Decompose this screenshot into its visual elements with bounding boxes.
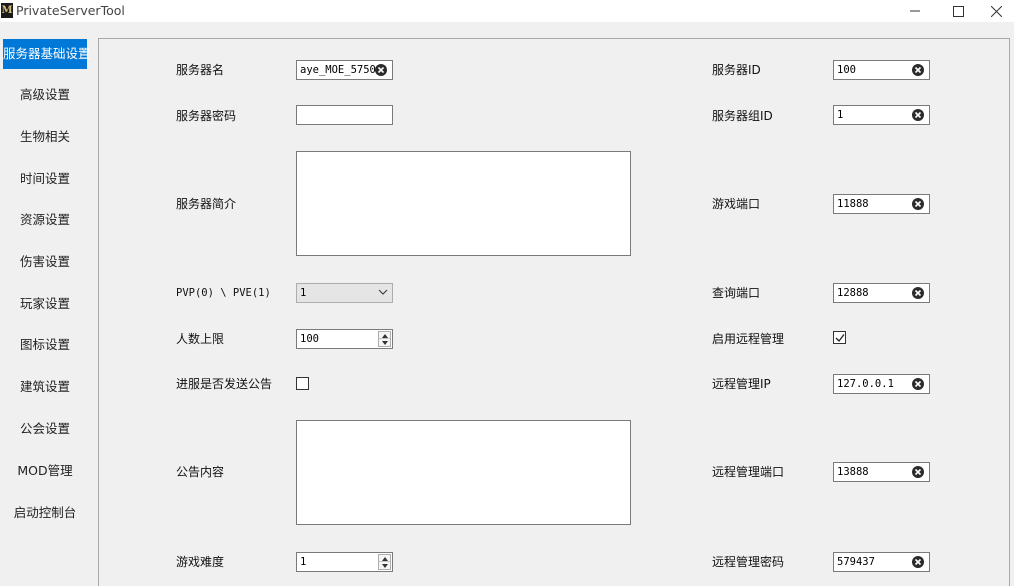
sidebar-item-guild-settings[interactable]: 公会设置 bbox=[3, 414, 87, 444]
remote-port-input[interactable]: 13888 bbox=[833, 462, 930, 482]
clear-icon[interactable] bbox=[912, 466, 924, 478]
chevron-down-icon bbox=[378, 289, 388, 295]
minimize-icon bbox=[910, 10, 920, 12]
difficulty-value: 1 bbox=[300, 556, 307, 568]
game-port-label: 游戏端口 bbox=[712, 197, 761, 211]
arrow-up-icon bbox=[382, 334, 388, 338]
pvp-pve-select[interactable]: 1 bbox=[296, 283, 393, 303]
minimize-button[interactable] bbox=[892, 0, 938, 22]
clear-icon[interactable] bbox=[912, 378, 924, 390]
arrow-down-icon bbox=[382, 564, 388, 568]
sidebar-item-resource-settings[interactable]: 资源设置 bbox=[3, 205, 87, 235]
remote-password-input[interactable]: 579437 bbox=[833, 552, 930, 572]
sidebar-item-icon-settings[interactable]: 图标设置 bbox=[3, 330, 87, 360]
app-logo-icon: M bbox=[1, 3, 13, 18]
clear-icon[interactable] bbox=[912, 64, 924, 76]
sidebar-item-damage-settings[interactable]: 伤害设置 bbox=[3, 247, 87, 277]
server-id-input[interactable]: 100 bbox=[833, 60, 930, 80]
server-password-label: 服务器密码 bbox=[176, 109, 237, 123]
remote-port-value: 13888 bbox=[837, 466, 869, 478]
maximize-button[interactable] bbox=[935, 0, 981, 22]
server-id-value: 100 bbox=[837, 64, 856, 76]
join-announce-label: 进服是否发送公告 bbox=[176, 377, 273, 391]
clear-icon[interactable] bbox=[375, 64, 387, 76]
clear-icon[interactable] bbox=[912, 287, 924, 299]
query-port-label: 查询端口 bbox=[712, 286, 761, 300]
sidebar-item-building-settings[interactable]: 建筑设置 bbox=[3, 372, 87, 402]
close-button[interactable] bbox=[978, 0, 1014, 22]
remote-enabled-checkbox[interactable] bbox=[833, 331, 846, 344]
join-announce-checkbox[interactable] bbox=[296, 377, 309, 390]
remote-port-label: 远程管理端口 bbox=[712, 465, 785, 479]
title-bar: M PrivateServerTool bbox=[0, 0, 1014, 22]
window-title: PrivateServerTool bbox=[16, 3, 125, 18]
sidebar-item-player-settings[interactable]: 玩家设置 bbox=[3, 289, 87, 319]
arrow-up-icon bbox=[382, 557, 388, 561]
increment-button[interactable] bbox=[379, 332, 390, 339]
remote-ip-label: 远程管理IP bbox=[712, 377, 771, 391]
sidebar-item-mod-management[interactable]: MOD管理 bbox=[3, 456, 87, 486]
close-icon bbox=[990, 5, 1002, 17]
remote-password-label: 远程管理密码 bbox=[712, 555, 785, 569]
sidebar-item-launch-console[interactable]: 启动控制台 bbox=[3, 498, 87, 528]
arrow-down-icon bbox=[382, 341, 388, 345]
announcement-textarea[interactable] bbox=[296, 420, 631, 525]
pvp-pve-value: 1 bbox=[300, 287, 307, 299]
sidebar-item-creatures[interactable]: 生物相关 bbox=[3, 122, 87, 152]
server-id-label: 服务器ID bbox=[712, 63, 761, 77]
remote-ip-value: 127.0.0.1 bbox=[837, 378, 894, 390]
game-port-input[interactable]: 11888 bbox=[833, 194, 930, 214]
server-description-label: 服务器简介 bbox=[176, 197, 237, 211]
server-name-label: 服务器名 bbox=[176, 63, 225, 77]
decrement-button[interactable] bbox=[379, 339, 390, 346]
announcement-label: 公告内容 bbox=[176, 465, 225, 479]
max-players-value: 100 bbox=[300, 333, 319, 345]
query-port-value: 12888 bbox=[837, 287, 869, 299]
query-port-input[interactable]: 12888 bbox=[833, 283, 930, 303]
server-name-input[interactable]: aye_MOE_5750 bbox=[296, 60, 393, 80]
server-description-textarea[interactable] bbox=[296, 151, 631, 256]
server-name-value: aye_MOE_5750 bbox=[300, 64, 376, 76]
remote-enabled-label: 启用远程管理 bbox=[712, 332, 785, 346]
game-port-value: 11888 bbox=[837, 198, 869, 210]
difficulty-stepper[interactable]: 1 bbox=[296, 552, 393, 572]
server-group-id-value: 1 bbox=[837, 109, 844, 121]
sidebar-item-time-settings[interactable]: 时间设置 bbox=[3, 164, 87, 194]
checkmark-icon bbox=[835, 334, 845, 342]
clear-icon[interactable] bbox=[912, 198, 924, 210]
max-players-label: 人数上限 bbox=[176, 332, 225, 346]
sidebar-item-advanced-settings[interactable]: 高级设置 bbox=[3, 80, 87, 110]
sidebar-item-basic-settings[interactable]: 服务器基础设置 bbox=[3, 39, 91, 69]
clear-icon[interactable] bbox=[912, 556, 924, 568]
server-group-id-input[interactable]: 1 bbox=[833, 105, 930, 125]
pvp-pve-label: PVP(0) \ PVE(1) bbox=[176, 287, 271, 299]
decrement-button[interactable] bbox=[379, 562, 390, 569]
server-password-input[interactable] bbox=[296, 105, 393, 125]
increment-button[interactable] bbox=[379, 555, 390, 562]
remote-ip-input[interactable]: 127.0.0.1 bbox=[833, 374, 930, 394]
difficulty-label: 游戏难度 bbox=[176, 555, 225, 569]
server-group-id-label: 服务器组ID bbox=[712, 109, 773, 123]
maximize-icon bbox=[952, 5, 964, 17]
remote-password-value: 579437 bbox=[837, 556, 875, 568]
clear-icon[interactable] bbox=[912, 109, 924, 121]
sidebar-nav: 服务器基础设置 高级设置 生物相关 时间设置 资源设置 伤害设置 玩家设置 图标… bbox=[0, 22, 98, 586]
max-players-stepper[interactable]: 100 bbox=[296, 329, 393, 349]
